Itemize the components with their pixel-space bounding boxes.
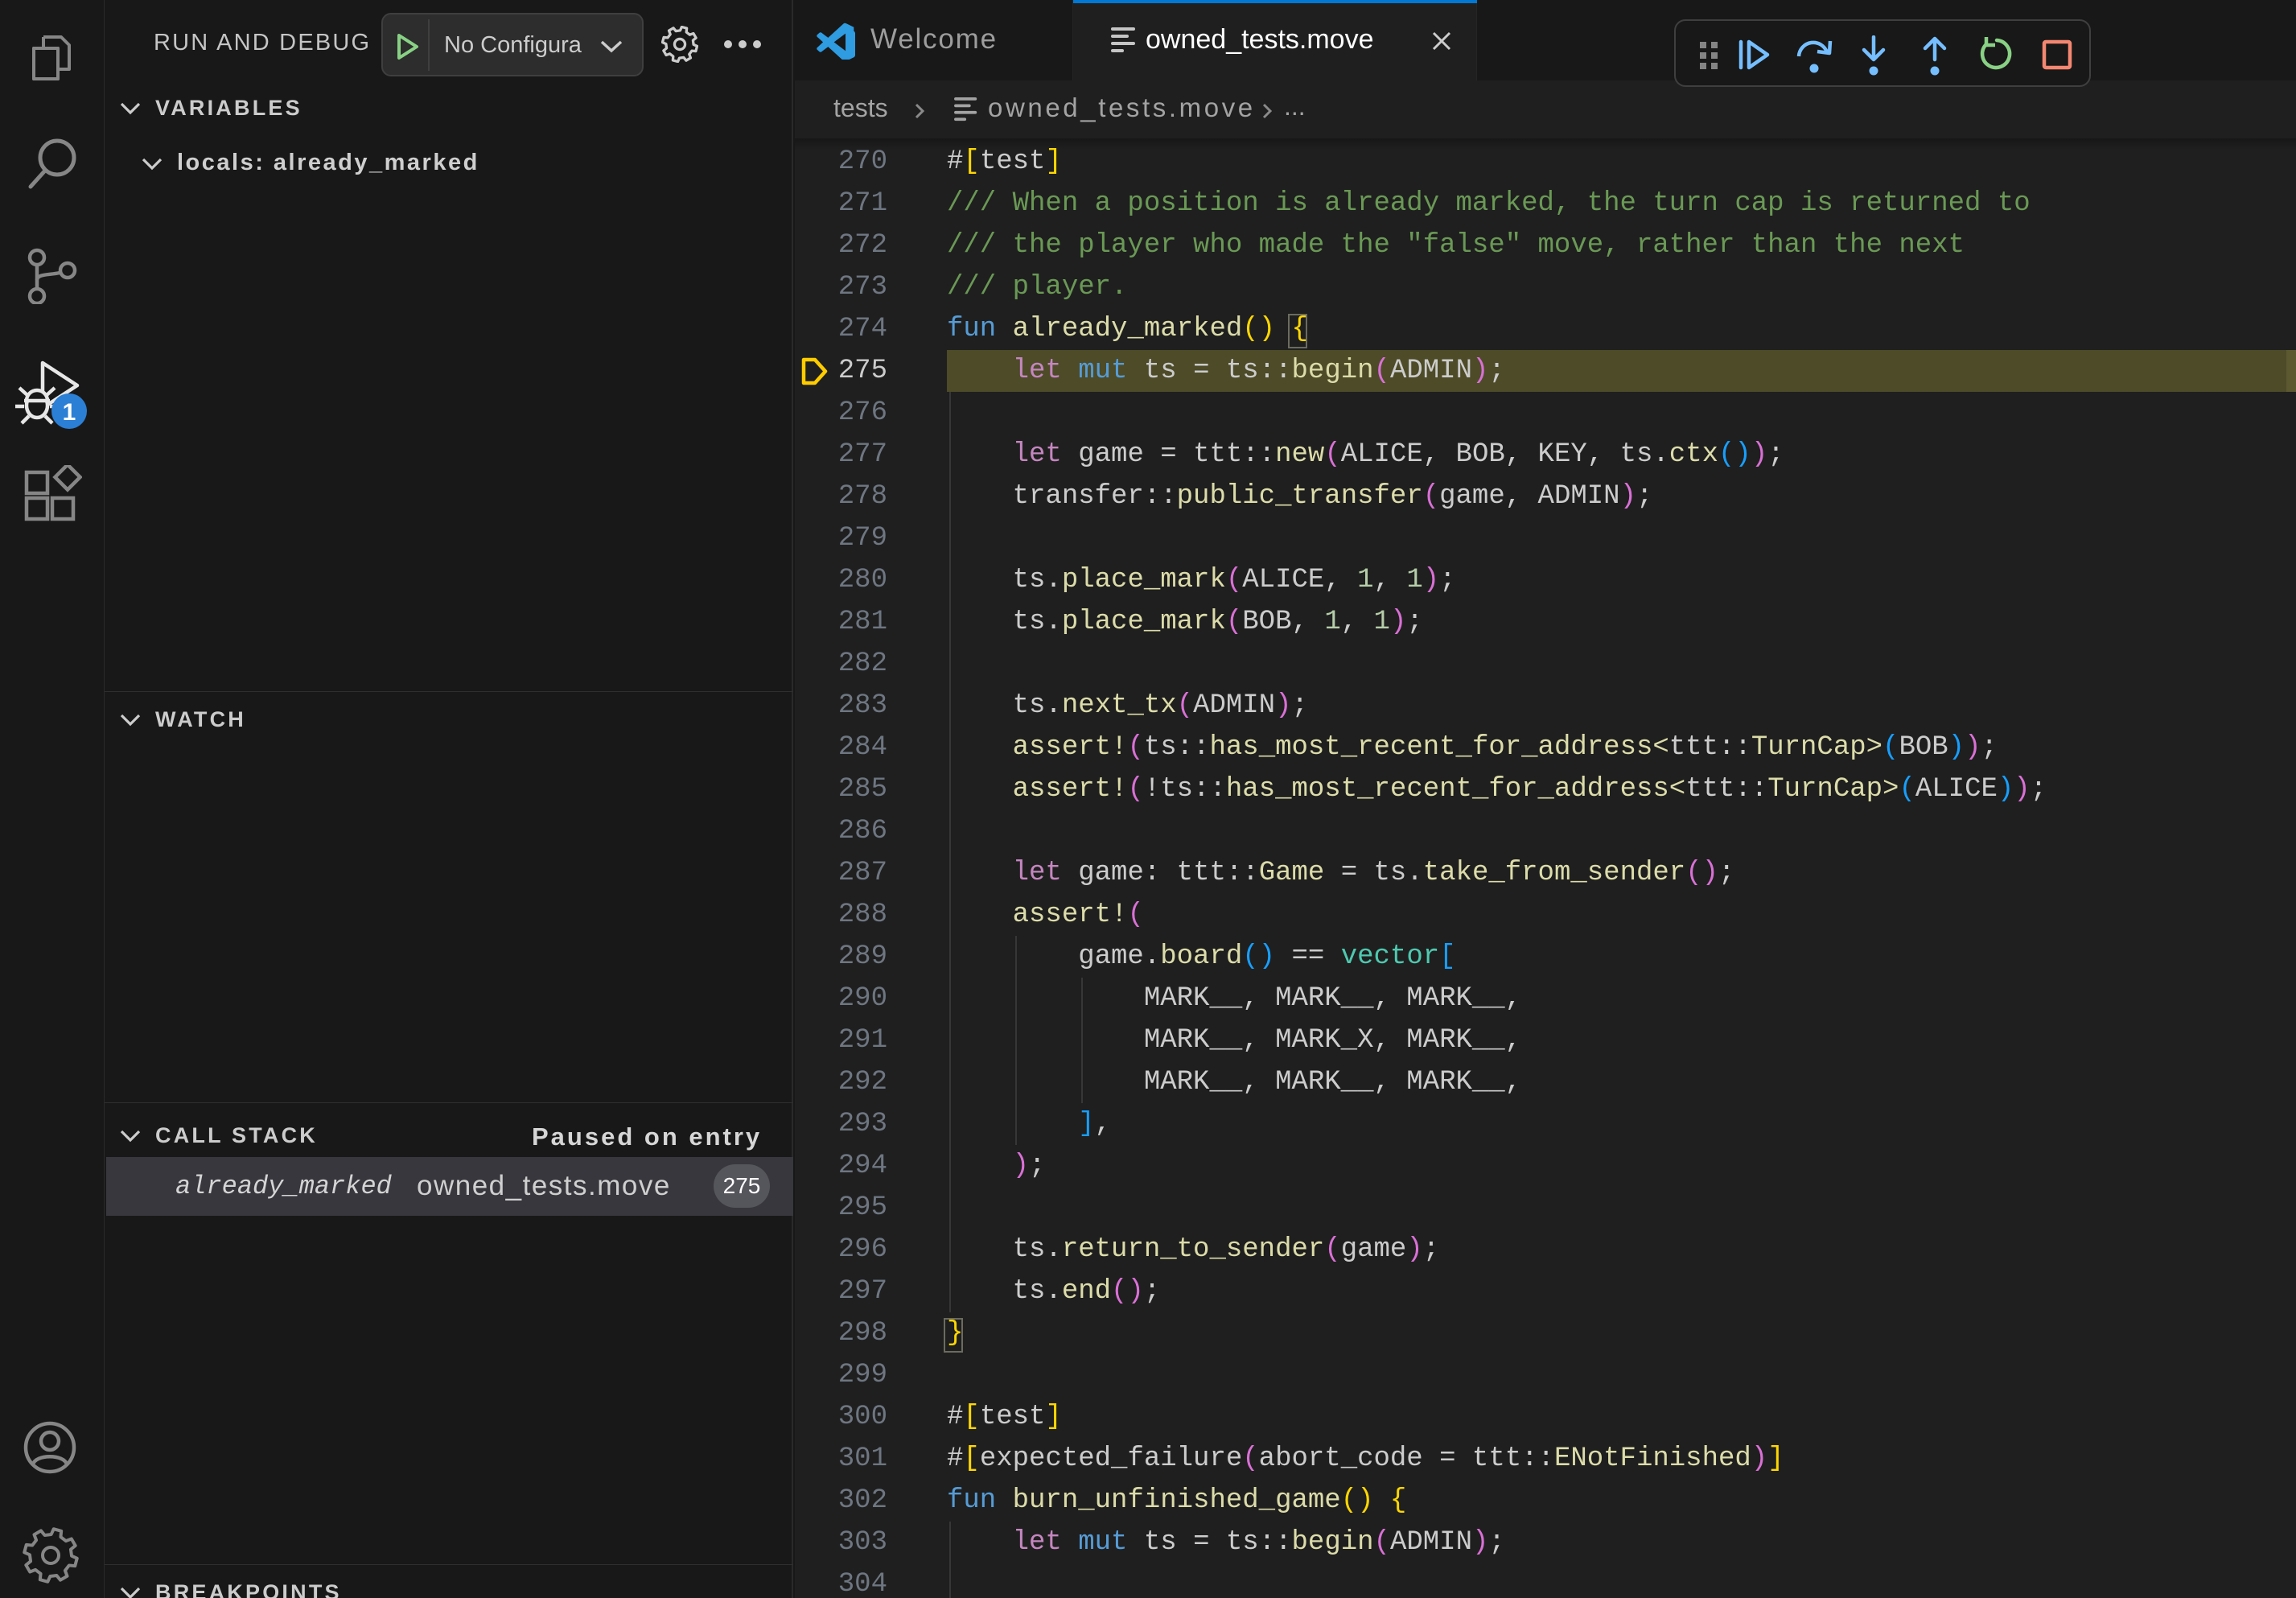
svg-text:1: 1 [63,399,76,426]
